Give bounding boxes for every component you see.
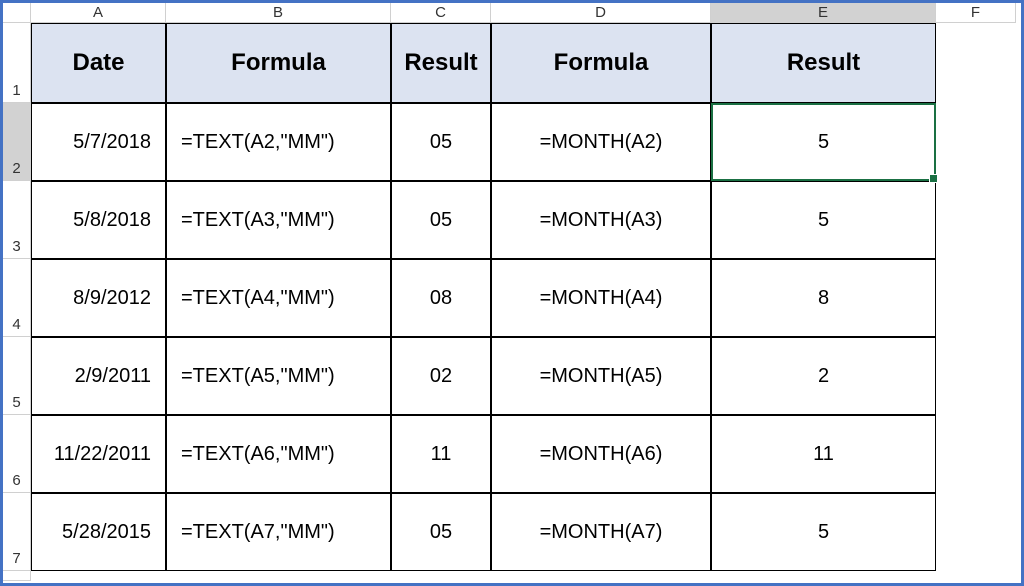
cell-A2[interactable]: 5/7/2018 xyxy=(31,103,166,181)
cell-C6[interactable]: 11 xyxy=(391,415,491,493)
row-header-6[interactable]: 6 xyxy=(3,415,31,493)
cell-F5[interactable] xyxy=(936,337,1016,415)
cell-D4[interactable]: =MONTH(A4) xyxy=(491,259,711,337)
cell-F4[interactable] xyxy=(936,259,1016,337)
cell-D2[interactable]: =MONTH(A2) xyxy=(491,103,711,181)
cell-B5[interactable]: =TEXT(A5,"MM") xyxy=(166,337,391,415)
cell-F3[interactable] xyxy=(936,181,1016,259)
col-header-E[interactable]: E xyxy=(711,3,936,23)
cell-E8[interactable] xyxy=(711,571,936,581)
cell-A5[interactable]: 2/9/2011 xyxy=(31,337,166,415)
cell-C2[interactable]: 05 xyxy=(391,103,491,181)
corner-cell[interactable] xyxy=(3,3,31,23)
cell-E7[interactable]: 5 xyxy=(711,493,936,571)
cell-C4[interactable]: 08 xyxy=(391,259,491,337)
cell-B7[interactable]: =TEXT(A7,"MM") xyxy=(166,493,391,571)
cell-D3[interactable]: =MONTH(A3) xyxy=(491,181,711,259)
cell-F1[interactable] xyxy=(936,23,1016,103)
col-header-F[interactable]: F xyxy=(936,3,1016,23)
row-header-3[interactable]: 3 xyxy=(3,181,31,259)
cell-E4[interactable]: 8 xyxy=(711,259,936,337)
cell-E6[interactable]: 11 xyxy=(711,415,936,493)
col-header-C[interactable]: C xyxy=(391,3,491,23)
cell-D7[interactable]: =MONTH(A7) xyxy=(491,493,711,571)
cell-F7[interactable] xyxy=(936,493,1016,571)
cell-B8[interactable] xyxy=(166,571,391,581)
cell-A7[interactable]: 5/28/2015 xyxy=(31,493,166,571)
row-header-5[interactable]: 5 xyxy=(3,337,31,415)
header-formula1[interactable]: Formula xyxy=(166,23,391,103)
cell-C7[interactable]: 05 xyxy=(391,493,491,571)
cell-A8[interactable] xyxy=(31,571,166,581)
header-result1[interactable]: Result xyxy=(391,23,491,103)
col-header-D[interactable]: D xyxy=(491,3,711,23)
cell-C5[interactable]: 02 xyxy=(391,337,491,415)
cell-F2[interactable] xyxy=(936,103,1016,181)
cell-D8[interactable] xyxy=(491,571,711,581)
cell-A4[interactable]: 8/9/2012 xyxy=(31,259,166,337)
spreadsheet-grid: A B C D E F 1 Date Formula Result Formul… xyxy=(3,3,1021,581)
header-date[interactable]: Date xyxy=(31,23,166,103)
cell-B4[interactable]: =TEXT(A4,"MM") xyxy=(166,259,391,337)
header-result2[interactable]: Result xyxy=(711,23,936,103)
cell-D5[interactable]: =MONTH(A5) xyxy=(491,337,711,415)
cell-B2[interactable]: =TEXT(A2,"MM") xyxy=(166,103,391,181)
row-header-8[interactable] xyxy=(3,571,31,581)
cell-C3[interactable]: 05 xyxy=(391,181,491,259)
cell-B6[interactable]: =TEXT(A6,"MM") xyxy=(166,415,391,493)
cell-F8[interactable] xyxy=(936,571,1016,581)
row-header-7[interactable]: 7 xyxy=(3,493,31,571)
col-header-A[interactable]: A xyxy=(31,3,166,23)
cell-A3[interactable]: 5/8/2018 xyxy=(31,181,166,259)
cell-E5[interactable]: 2 xyxy=(711,337,936,415)
cell-E2-active[interactable]: 5 xyxy=(711,103,936,181)
row-header-2[interactable]: 2 xyxy=(3,103,31,181)
row-header-1[interactable]: 1 xyxy=(3,23,31,103)
row-header-4[interactable]: 4 xyxy=(3,259,31,337)
header-formula2[interactable]: Formula xyxy=(491,23,711,103)
col-header-B[interactable]: B xyxy=(166,3,391,23)
cell-E3[interactable]: 5 xyxy=(711,181,936,259)
cell-D6[interactable]: =MONTH(A6) xyxy=(491,415,711,493)
cell-B3[interactable]: =TEXT(A3,"MM") xyxy=(166,181,391,259)
cell-A6[interactable]: 11/22/2011 xyxy=(31,415,166,493)
cell-F6[interactable] xyxy=(936,415,1016,493)
cell-C8[interactable] xyxy=(391,571,491,581)
